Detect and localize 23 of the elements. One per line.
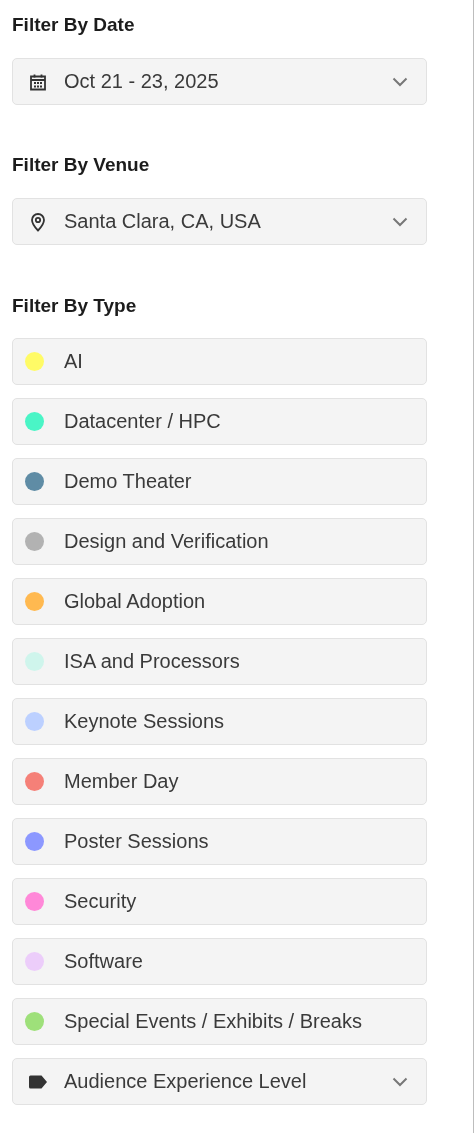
type-filter-item[interactable]: AI xyxy=(12,338,427,385)
venue-dropdown[interactable]: Santa Clara, CA, USA xyxy=(12,198,427,245)
type-filter-item[interactable]: Datacenter / HPC xyxy=(12,398,427,445)
location-pin-icon xyxy=(28,211,48,232)
date-dropdown[interactable]: Oct 21 - 23, 2025 xyxy=(12,58,427,105)
chevron-down-icon xyxy=(392,216,408,227)
type-filter-item[interactable]: Security xyxy=(12,878,427,925)
section-heading: Filter By Venue xyxy=(12,153,151,177)
type-filter-item[interactable]: ISA and Processors xyxy=(12,638,427,685)
chevron-down-icon xyxy=(392,76,408,87)
type-filter-item[interactable]: Special Events / Exhibits / Breaks xyxy=(12,998,427,1045)
section-heading: Filter By Date xyxy=(12,13,136,37)
type-filter-item[interactable]: Design and Verification xyxy=(12,518,427,565)
audience-level-dropdown[interactable]: Audience Experience Level xyxy=(12,1058,427,1105)
chevron-down-icon xyxy=(392,1076,408,1087)
section-heading: Filter By Type xyxy=(12,294,138,318)
type-filter-item[interactable]: Demo Theater xyxy=(12,458,427,505)
type-filter-item[interactable]: Software xyxy=(12,938,427,985)
tag-icon xyxy=(28,1074,48,1089)
type-filter-item[interactable]: Poster Sessions xyxy=(12,818,427,865)
type-filter-item[interactable]: Global Adoption xyxy=(12,578,427,625)
type-filter-item[interactable]: Member Day xyxy=(12,758,427,805)
type-filter-item[interactable]: Keynote Sessions xyxy=(12,698,427,745)
